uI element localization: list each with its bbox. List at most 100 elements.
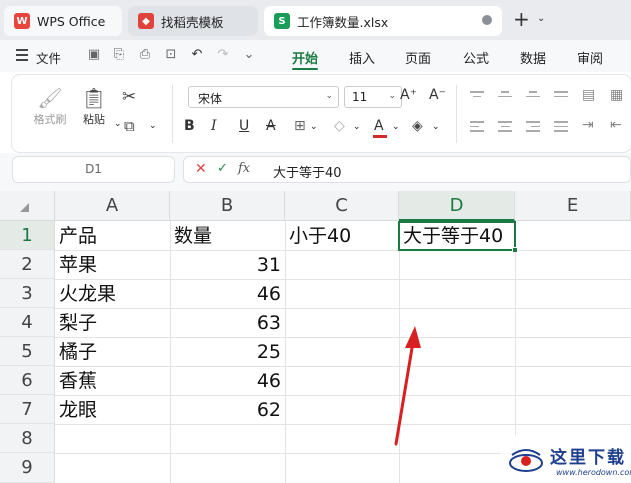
ribbon-toolbar: 🖌︎ 格式刷 📋︎ 粘贴 ⌄ ✂ ⧉ ⌄ 宋体 ⌄ 11 ⌄ A⁺ A⁻ B I… (12, 75, 631, 152)
row-header[interactable]: 6 (0, 366, 55, 395)
tab-formula[interactable]: 公式 (463, 48, 489, 67)
title-tab-bar: W WPS Office ◆ 找稻壳模板 S 工作簿数量.xlsx + ⌄ (0, 0, 631, 40)
indent-icon[interactable]: ⇥ (582, 117, 594, 133)
save-icon[interactable]: ▣ (86, 47, 102, 63)
format-painter-button[interactable]: 🖌︎ 格式刷 (30, 85, 70, 127)
chevron-down-icon[interactable]: ⌄ (310, 122, 318, 132)
font-color-icon[interactable]: A (374, 118, 384, 134)
cell-a7[interactable]: 龙眼 (55, 396, 170, 425)
cell-a3[interactable]: 火龙果 (55, 280, 170, 309)
cell-a5[interactable]: 橘子 (55, 338, 170, 367)
align-bottom-icon[interactable] (526, 91, 540, 103)
column-header-e[interactable]: E (515, 191, 631, 221)
italic-button[interactable]: I (211, 118, 217, 134)
select-all-corner[interactable] (0, 191, 55, 221)
divider (456, 85, 457, 143)
align-left-icon[interactable] (470, 121, 484, 133)
tab-insert[interactable]: 插入 (349, 48, 375, 67)
watermark-logo-icon (509, 449, 543, 472)
strikethrough-button[interactable]: A (266, 118, 276, 134)
cut-icon[interactable]: ✂ (122, 87, 136, 107)
redo-icon[interactable]: ↷ (215, 47, 231, 63)
underline-button[interactable]: U (239, 118, 249, 134)
row-header[interactable]: 3 (0, 279, 55, 308)
row-header[interactable]: 2 (0, 250, 55, 279)
name-box[interactable]: D1 (12, 156, 175, 183)
copy-icon[interactable]: ⧉ (124, 117, 135, 135)
chevron-down-icon[interactable]: ⌄ (432, 122, 440, 132)
cell-c1[interactable]: 小于40 (285, 222, 399, 251)
column-header-b[interactable]: B (170, 191, 285, 221)
export-pdf-icon[interactable]: ⎘ (111, 47, 127, 63)
cell-b2[interactable]: 31 (170, 251, 285, 280)
formula-input[interactable]: ✕ ✓ fx 大于等于40 (183, 156, 631, 183)
align-top-icon[interactable] (470, 91, 484, 103)
undo-icon[interactable]: ↶ (189, 47, 205, 63)
cell-b4[interactable]: 63 (170, 309, 285, 338)
tab-close-icon[interactable] (482, 15, 492, 25)
row-header[interactable]: 8 (0, 424, 55, 453)
fill-handle[interactable] (512, 247, 518, 253)
cell-a4[interactable]: 梨子 (55, 309, 170, 338)
wrap-text-icon[interactable]: ▦ (610, 87, 623, 103)
chevron-down-icon[interactable]: ⌄ (392, 122, 400, 132)
tab-wps-office[interactable]: W WPS Office (4, 6, 122, 36)
cell-b1[interactable]: 数量 (170, 222, 285, 251)
tab-data[interactable]: 数据 (520, 48, 546, 67)
align-justify-icon[interactable] (554, 91, 568, 103)
border-icon[interactable]: ⊞ (294, 118, 306, 134)
row-header[interactable]: 5 (0, 337, 55, 366)
font-name-value: 宋体 (198, 92, 223, 106)
cell-b5[interactable]: 25 (170, 338, 285, 367)
chevron-down-icon[interactable]: ⌄ (353, 122, 361, 132)
function-icon[interactable]: fx (238, 161, 250, 176)
gridline (285, 221, 286, 483)
cell-b6[interactable]: 46 (170, 367, 285, 396)
align-center-icon[interactable] (498, 121, 512, 133)
align-middle-icon[interactable] (498, 91, 512, 103)
cell-a2[interactable]: 苹果 (55, 251, 170, 280)
tab-docer-templates[interactable]: ◆ 找稻壳模板 (128, 6, 258, 36)
outdent-icon[interactable]: ⇤ (610, 117, 622, 133)
bold-button[interactable]: B (184, 118, 195, 134)
decrease-font-icon[interactable]: A⁻ (429, 87, 446, 103)
distributed-align-icon[interactable] (554, 121, 568, 133)
row-header[interactable]: 9 (0, 453, 55, 483)
tab-review[interactable]: 审阅 (577, 48, 603, 67)
column-header-a[interactable]: A (55, 191, 170, 221)
clear-format-icon[interactable]: ◈ (412, 118, 423, 134)
file-menu[interactable]: 文件 (36, 48, 61, 67)
print-icon[interactable]: ⎙ (137, 47, 153, 63)
cancel-icon[interactable]: ✕ (195, 161, 207, 177)
cell-b3[interactable]: 46 (170, 280, 285, 309)
increase-font-icon[interactable]: A⁺ (400, 87, 417, 103)
fill-color-icon[interactable]: ◇ (334, 118, 345, 134)
row-header[interactable]: 7 (0, 395, 55, 424)
format-painter-label: 格式刷 (33, 113, 67, 126)
paste-button[interactable]: 📋︎ 粘贴 (76, 85, 112, 127)
orientation-icon[interactable]: ▤ (582, 87, 595, 103)
tab-home[interactable]: 开始 (292, 48, 318, 67)
chevron-down-icon[interactable]: ⌄ (114, 119, 122, 129)
row-header[interactable]: 1 (0, 221, 55, 250)
formula-value[interactable]: 大于等于40 (273, 162, 342, 181)
column-header-c[interactable]: C (285, 191, 399, 221)
cell-a1[interactable]: 产品 (55, 222, 170, 251)
hamburger-menu-icon[interactable] (16, 49, 28, 61)
font-size-select[interactable]: 11 ⌄ (344, 86, 402, 108)
column-header-d[interactable]: D (399, 191, 515, 221)
print-preview-icon[interactable]: ⊡ (163, 47, 179, 63)
new-tab-plus-icon[interactable]: + (513, 9, 530, 29)
chevron-down-icon[interactable]: ⌄ (241, 47, 257, 63)
confirm-icon[interactable]: ✓ (217, 161, 228, 176)
format-painter-icon: 🖌︎ (37, 86, 63, 110)
font-name-select[interactable]: 宋体 ⌄ (188, 86, 339, 108)
tab-page[interactable]: 页面 (405, 48, 431, 67)
tab-workbook[interactable]: S 工作簿数量.xlsx (264, 6, 502, 36)
cell-b7[interactable]: 62 (170, 396, 285, 425)
chevron-down-icon[interactable]: ⌄ (149, 121, 157, 131)
chevron-down-icon[interactable]: ⌄ (537, 13, 545, 24)
row-header[interactable]: 4 (0, 308, 55, 337)
align-right-icon[interactable] (526, 121, 540, 133)
cell-a6[interactable]: 香蕉 (55, 367, 170, 396)
